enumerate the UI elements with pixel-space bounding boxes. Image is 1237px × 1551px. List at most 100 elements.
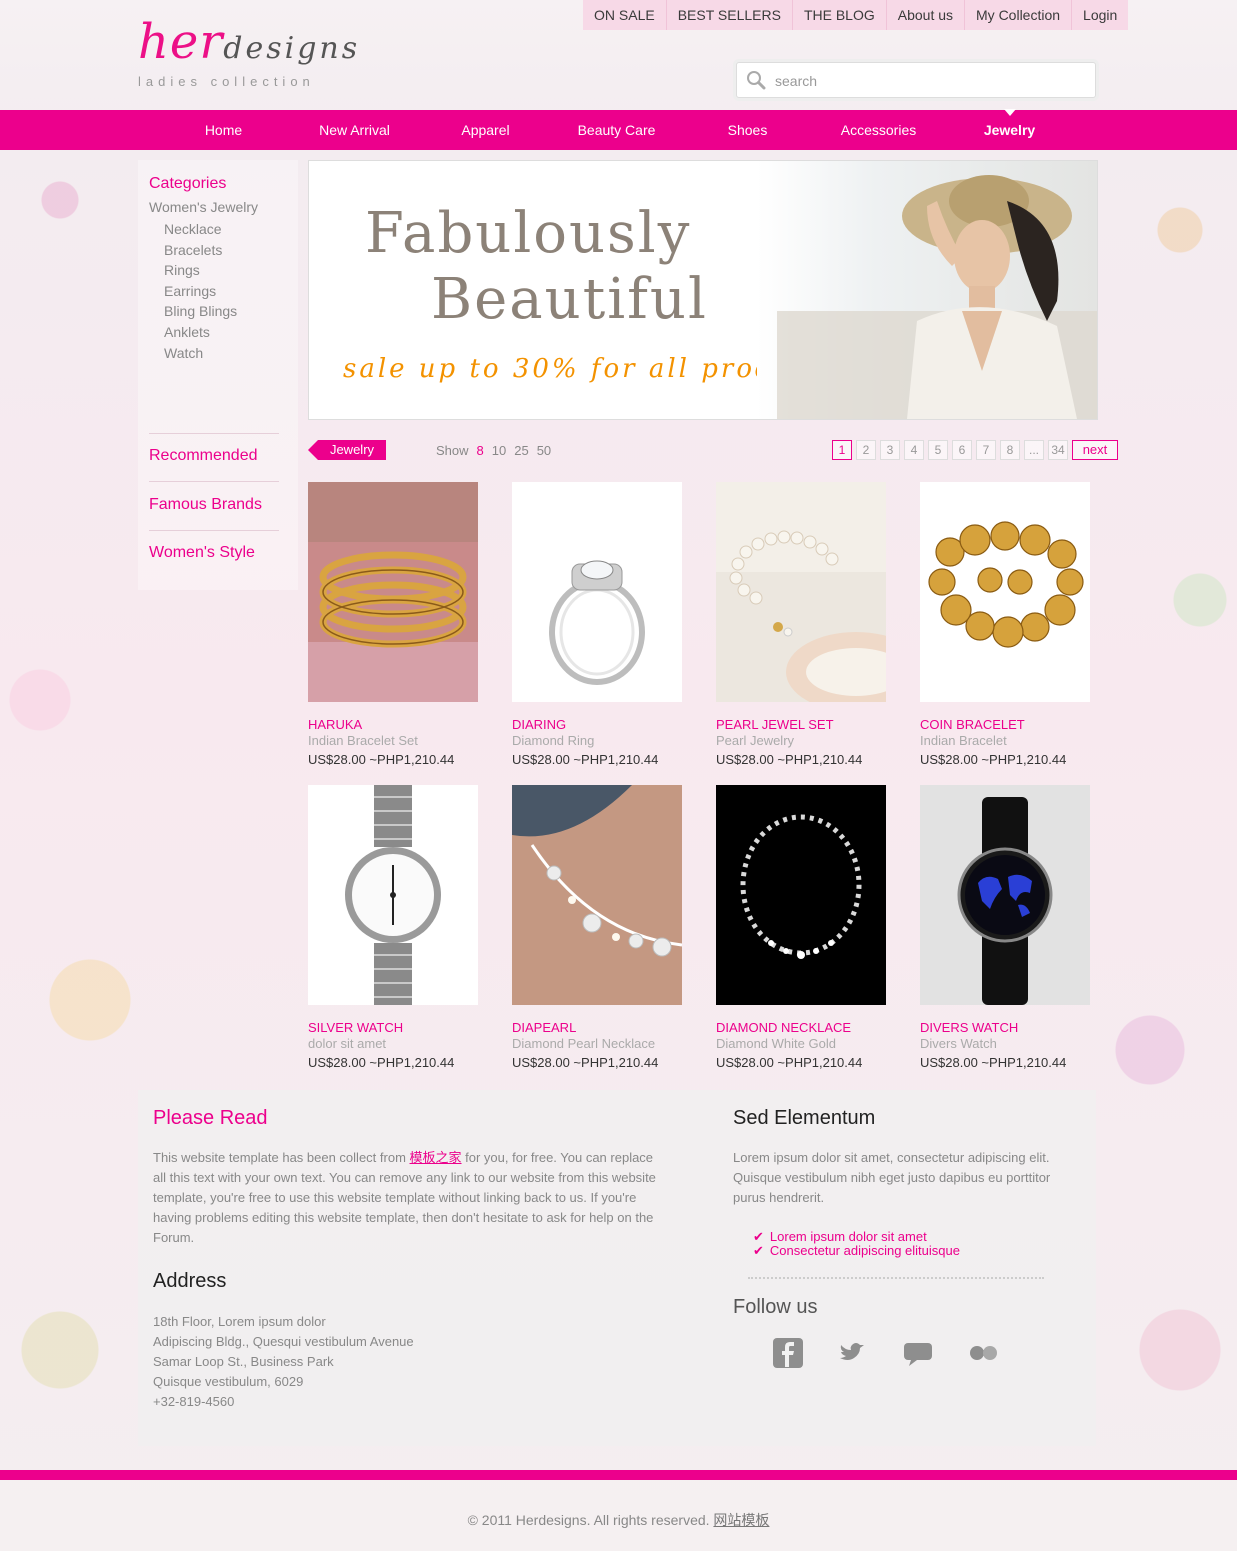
sidebar-item-watch[interactable]: Watch: [164, 343, 237, 364]
top-nav-best-sellers[interactable]: BEST SELLERS: [665, 0, 792, 30]
product-image[interactable]: [512, 785, 683, 1005]
product-description: Diamond Pearl Necklace: [512, 1036, 656, 1051]
product-price: US$28.00 ~PHP1,210.44: [512, 752, 659, 767]
sidebar-item-bracelets[interactable]: Bracelets: [164, 240, 237, 261]
product-name[interactable]: COIN BRACELET: [920, 717, 1090, 733]
product-price: US$28.00 ~PHP1,210.44: [716, 1055, 863, 1070]
page-4[interactable]: 4: [904, 440, 924, 460]
product-name[interactable]: SILVER WATCH: [308, 1020, 478, 1036]
page-ellipsis: ...: [1024, 440, 1044, 460]
top-nav-on-sale[interactable]: ON SALE: [583, 0, 666, 30]
please-read-title: Please Read: [153, 1107, 268, 1129]
per-page-selector: Show 8 10 25 50: [436, 443, 551, 458]
banner-headline-1: Fabulously: [365, 201, 692, 266]
product-description: dolor sit amet: [308, 1036, 387, 1051]
show-option-50[interactable]: 50: [537, 443, 551, 458]
sidebar-item-rings[interactable]: Rings: [164, 260, 237, 281]
flickr-icon[interactable]: [966, 1336, 1000, 1370]
page-2[interactable]: 2: [856, 440, 876, 460]
twitter-icon[interactable]: [836, 1336, 870, 1370]
page-1[interactable]: 1: [832, 440, 852, 460]
product-image[interactable]: [716, 785, 886, 1005]
product-name[interactable]: DIVERS WATCH: [920, 1020, 1090, 1036]
nav-apparel[interactable]: Apparel: [420, 110, 551, 150]
facebook-icon[interactable]: [771, 1336, 805, 1370]
nav-new-arrival[interactable]: New Arrival: [289, 110, 420, 150]
address-block: 18th Floor, Lorem ipsum dolor Adipiscing…: [153, 1312, 553, 1412]
footer-template-link[interactable]: 网站模板: [713, 1512, 769, 1528]
next-page-button[interactable]: next: [1072, 440, 1118, 460]
address-title: Address: [153, 1270, 227, 1292]
page-5[interactable]: 5: [928, 440, 948, 460]
follow-us-title: Follow us: [733, 1296, 818, 1318]
product-name[interactable]: DIAPEARL: [512, 1020, 682, 1036]
check-list-item[interactable]: ✔ Consectetur adipiscing elituisque: [753, 1244, 960, 1258]
sidebar-link-womens-style[interactable]: Women's Style: [149, 544, 255, 562]
top-nav-about-us[interactable]: About us: [885, 0, 964, 30]
product-card[interactable]: DIARING Diamond Ring US$28.00 ~PHP1,210.…: [512, 482, 682, 767]
page-8[interactable]: 8: [1000, 440, 1020, 460]
product-name[interactable]: DIAMOND NECKLACE: [716, 1020, 886, 1036]
top-nav-the-blog[interactable]: THE BLOG: [791, 0, 886, 30]
divider: [149, 481, 279, 482]
nav-accessories[interactable]: Accessories: [813, 110, 944, 150]
show-option-8[interactable]: 8: [477, 443, 484, 458]
product-description: Divers Watch: [920, 1036, 997, 1051]
product-card[interactable]: PEARL JEWEL SET Pearl Jewelry US$28.00 ~…: [716, 482, 926, 767]
top-nav-login[interactable]: Login: [1071, 0, 1128, 30]
sidebar-link-recommended[interactable]: Recommended: [149, 447, 258, 465]
sidebar-item-earrings[interactable]: Earrings: [164, 281, 237, 302]
search-icon[interactable]: [745, 70, 767, 90]
product-image[interactable]: [920, 482, 1090, 702]
show-option-10[interactable]: 10: [492, 443, 506, 458]
category-tag: Jewelry: [308, 440, 386, 460]
page-34[interactable]: 34: [1048, 440, 1068, 460]
show-option-25[interactable]: 25: [514, 443, 528, 458]
product-image[interactable]: [308, 785, 478, 1005]
chat-icon[interactable]: [901, 1336, 935, 1370]
product-price: US$28.00 ~PHP1,210.44: [920, 752, 1067, 767]
product-card[interactable]: DIAMOND NECKLACE Diamond White Gold US$2…: [716, 785, 886, 1070]
sidebar-womens-jewelry[interactable]: Women's Jewelry: [149, 199, 258, 215]
search-input[interactable]: [773, 69, 1077, 93]
sidebar-item-bling-blings[interactable]: Bling Blings: [164, 301, 237, 322]
banner-model-photo: [757, 161, 1097, 419]
sidebar-item-anklets[interactable]: Anklets: [164, 322, 237, 343]
top-nav-my-collection[interactable]: My Collection: [964, 0, 1071, 30]
template-source-link[interactable]: 模板之家: [410, 1150, 462, 1165]
product-card[interactable]: DIVERS WATCH Divers Watch US$28.00 ~PHP1…: [920, 785, 1090, 1070]
product-image[interactable]: [716, 482, 926, 712]
product-card[interactable]: COIN BRACELET Indian Bracelet US$28.00 ~…: [920, 482, 1090, 767]
product-description: Indian Bracelet: [920, 733, 1007, 748]
banner-headline-2: Beautiful: [431, 267, 708, 332]
search-box: [736, 62, 1096, 98]
product-card[interactable]: SILVER WATCH dolor sit amet US$28.00 ~PH…: [308, 785, 478, 1070]
nav-jewelry[interactable]: Jewelry: [944, 109, 1075, 150]
logo-designs: designs: [223, 31, 361, 66]
copyright: © 2011 Herdesigns. All rights reserved. …: [0, 1510, 1237, 1530]
product-card[interactable]: DIAPEARL Diamond Pearl Necklace US$28.00…: [512, 785, 683, 1070]
check-list: ✔ Lorem ipsum dolor sit amet ✔ Consectetur…: [753, 1230, 960, 1258]
check-list-label: Consectetur adipiscing elituisque: [769, 1243, 960, 1258]
product-image[interactable]: [920, 785, 1090, 1005]
nav-beauty-care[interactable]: Beauty Care: [551, 110, 682, 150]
product-name[interactable]: HARUKA: [308, 717, 478, 733]
site-logo[interactable]: herdesigns ladies collection: [138, 14, 361, 89]
product-card[interactable]: HARUKA Indian Bracelet Set US$28.00 ~PHP…: [308, 482, 478, 767]
sidebar-link-famous-brands[interactable]: Famous Brands: [149, 496, 262, 514]
product-image[interactable]: [512, 482, 682, 702]
sidebar-item-necklace[interactable]: Necklace: [164, 219, 237, 240]
product-name[interactable]: DIARING: [512, 717, 682, 733]
product-image[interactable]: [308, 482, 478, 702]
promo-banner[interactable]: Fabulously Beautiful sale up to 30% for …: [308, 160, 1098, 420]
nav-shoes[interactable]: Shoes: [682, 110, 813, 150]
product-description: Diamond Ring: [512, 733, 595, 748]
address-line: 18th Floor, Lorem ipsum dolor: [153, 1314, 326, 1329]
product-name[interactable]: PEARL JEWEL SET: [716, 717, 886, 733]
product-description: Indian Bracelet Set: [308, 733, 418, 748]
check-list-item[interactable]: ✔ Lorem ipsum dolor sit amet: [753, 1230, 960, 1244]
page-7[interactable]: 7: [976, 440, 996, 460]
page-6[interactable]: 6: [952, 440, 972, 460]
nav-home[interactable]: Home: [158, 110, 289, 150]
page-3[interactable]: 3: [880, 440, 900, 460]
